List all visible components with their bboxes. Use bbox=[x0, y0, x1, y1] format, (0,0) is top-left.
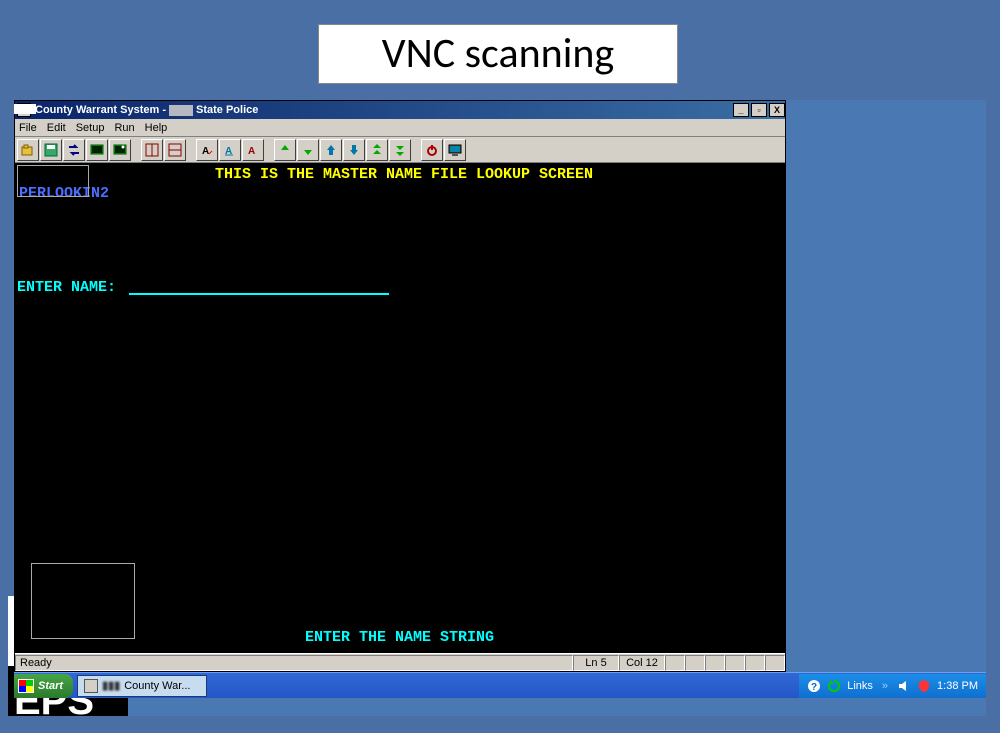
status-pad-5 bbox=[745, 655, 765, 671]
terminal-footer: ENTER THE NAME STRING bbox=[305, 629, 494, 646]
redacted-segment bbox=[169, 105, 193, 116]
window-title-prefix: County Warrant System - bbox=[35, 104, 166, 116]
titlebar[interactable]: County Warrant System - State Police _ ▫… bbox=[15, 101, 785, 119]
terminal-screen[interactable]: THIS IS THE MASTER NAME FILE LOOKUP SCRE… bbox=[15, 163, 785, 653]
toolbar: A A A bbox=[15, 137, 785, 163]
toolbar-screen-a-button[interactable] bbox=[86, 139, 108, 161]
taskbar-item-label: County War... bbox=[124, 680, 190, 692]
toolbar-font-b-button[interactable]: A bbox=[219, 139, 241, 161]
toolbar-layout-a-button[interactable] bbox=[141, 139, 163, 161]
toolbar-monitor-button[interactable] bbox=[444, 139, 466, 161]
start-button[interactable]: Start bbox=[14, 674, 73, 698]
status-pad-2 bbox=[685, 655, 705, 671]
tray-divider: » bbox=[879, 680, 891, 692]
taskbar-item-blur: ▮▮▮ bbox=[102, 679, 120, 692]
toolbar-save-button[interactable] bbox=[40, 139, 62, 161]
status-pad-3 bbox=[705, 655, 725, 671]
maximize-button[interactable]: ▫ bbox=[751, 103, 767, 117]
status-ready: Ready bbox=[15, 655, 573, 671]
toolbar-arrow-up-button[interactable] bbox=[274, 139, 296, 161]
toolbar-font-c-button[interactable]: A bbox=[242, 139, 264, 161]
toolbar-arrow-up2-button[interactable] bbox=[320, 139, 342, 161]
toolbar-arrow-up3-button[interactable] bbox=[366, 139, 388, 161]
minimize-button[interactable]: _ bbox=[733, 103, 749, 117]
slide-title: VNC scanning bbox=[318, 24, 678, 84]
taskbar: Start ▮▮▮ County War... ? Links » 1:38 P… bbox=[14, 672, 986, 698]
status-line: Ln 5 bbox=[573, 655, 619, 671]
svg-text:A: A bbox=[248, 146, 255, 157]
tray-shield-icon[interactable] bbox=[917, 679, 931, 693]
app-window: County Warrant System - State Police _ ▫… bbox=[14, 100, 786, 672]
tray-help-icon[interactable]: ? bbox=[807, 679, 821, 693]
svg-text:?: ? bbox=[811, 682, 817, 693]
taskbar-item-county-war[interactable]: ▮▮▮ County War... bbox=[77, 675, 207, 697]
close-button[interactable]: X bbox=[769, 103, 785, 117]
start-label: Start bbox=[38, 680, 63, 692]
terminal-header: THIS IS THE MASTER NAME FILE LOOKUP SCRE… bbox=[215, 166, 593, 183]
status-col: Col 12 bbox=[619, 655, 665, 671]
toolbar-arrow-down2-button[interactable] bbox=[343, 139, 365, 161]
menu-run[interactable]: Run bbox=[114, 122, 134, 134]
redaction-overlay bbox=[14, 104, 36, 114]
menu-setup[interactable]: Setup bbox=[76, 122, 105, 134]
remote-desktop-area: EPS IS County Warrant System - State Pol… bbox=[14, 100, 986, 716]
menu-file[interactable]: File bbox=[19, 122, 37, 134]
toolbar-open-button[interactable] bbox=[17, 139, 39, 161]
selection-box-b bbox=[31, 563, 135, 639]
window-title-suffix: State Police bbox=[196, 104, 258, 116]
toolbar-font-a-button[interactable]: A bbox=[196, 139, 218, 161]
menu-edit[interactable]: Edit bbox=[47, 122, 66, 134]
toolbar-arrow-down3-button[interactable] bbox=[389, 139, 411, 161]
status-pad-4 bbox=[725, 655, 745, 671]
taskbar-item-icon bbox=[84, 679, 98, 693]
selection-box-a bbox=[17, 165, 89, 197]
tray-links-label[interactable]: Links bbox=[847, 680, 873, 692]
status-pad-1 bbox=[665, 655, 685, 671]
svg-text:A: A bbox=[202, 146, 209, 157]
tray-volume-icon[interactable] bbox=[897, 679, 911, 693]
toolbar-layout-b-button[interactable] bbox=[164, 139, 186, 161]
statusbar: Ready Ln 5 Col 12 bbox=[15, 653, 785, 671]
tray-refresh-icon[interactable] bbox=[827, 679, 841, 693]
menubar: File Edit Setup Run Help bbox=[15, 119, 785, 137]
toolbar-power-button[interactable] bbox=[421, 139, 443, 161]
enter-name-label: ENTER NAME: bbox=[17, 279, 116, 296]
toolbar-screen-b-button[interactable] bbox=[109, 139, 131, 161]
system-tray: ? Links » 1:38 PM bbox=[799, 674, 986, 698]
toolbar-swap-button[interactable] bbox=[63, 139, 85, 161]
windows-flag-icon bbox=[18, 679, 34, 693]
tray-clock[interactable]: 1:38 PM bbox=[937, 680, 978, 692]
status-pad-6 bbox=[765, 655, 785, 671]
name-input-underline[interactable] bbox=[129, 293, 389, 295]
toolbar-arrow-down-button[interactable] bbox=[297, 139, 319, 161]
menu-help[interactable]: Help bbox=[145, 122, 168, 134]
